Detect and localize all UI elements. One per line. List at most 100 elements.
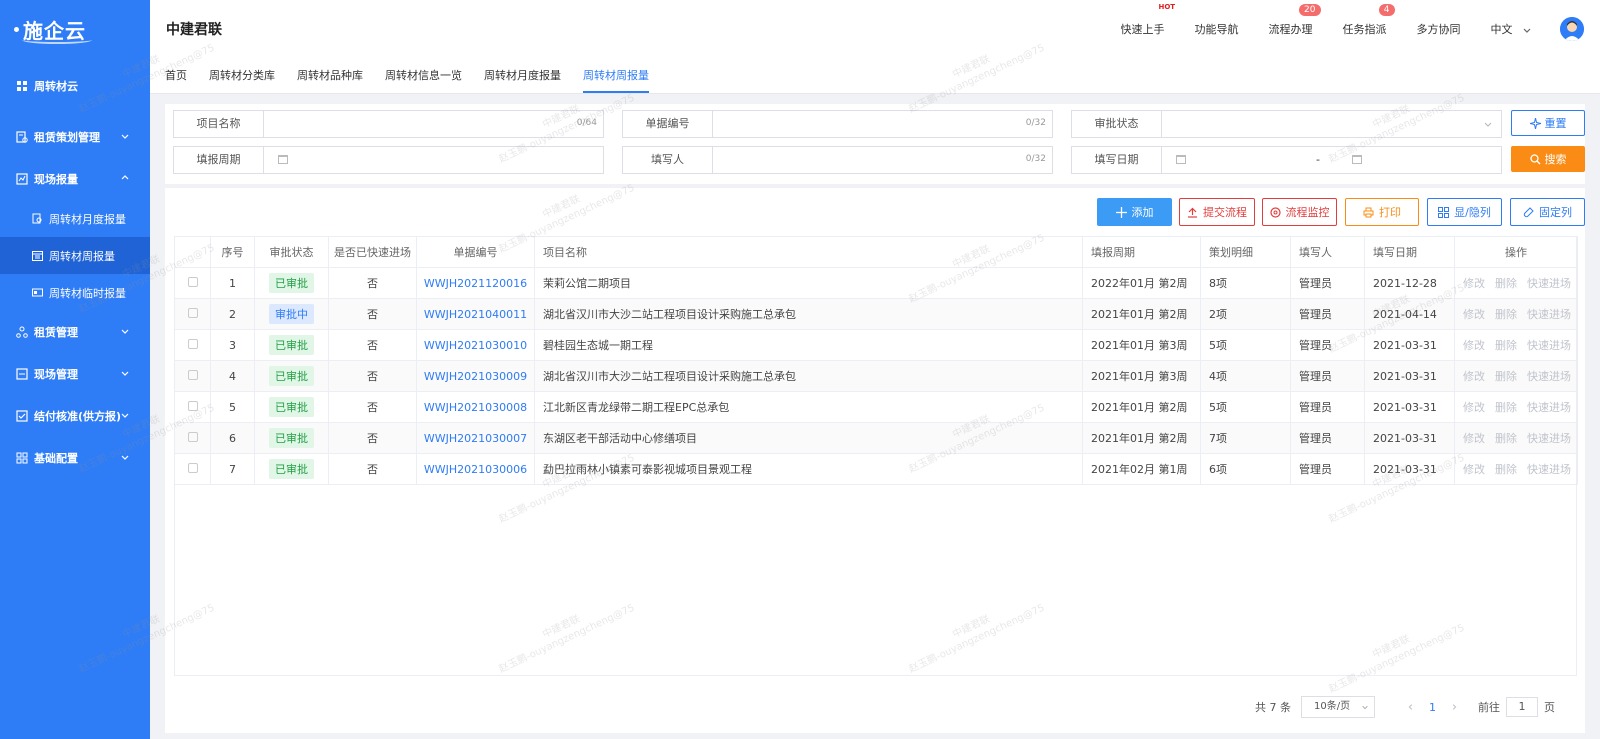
header-link-label: 任务指派	[1342, 23, 1387, 36]
table-row[interactable]: 6 已审批否 WWJH2021030007 东湖区老干部活动中心修缮项目 2021年01…	[174, 422, 1578, 454]
sidebar-item-monthly-report[interactable]: 周转材月度报量	[0, 200, 150, 237]
goto-page-input[interactable]: 1	[1506, 697, 1538, 717]
filler-input[interactable]: 0/32	[713, 147, 1052, 173]
fast-entry-button[interactable]: 快速进场	[1527, 401, 1571, 414]
doc-no-link[interactable]: WWJH2021030008	[424, 401, 527, 414]
edit-button[interactable]: 修改	[1463, 432, 1485, 445]
row-checkbox[interactable]	[187, 276, 198, 287]
delete-button[interactable]: 删除	[1495, 339, 1517, 352]
period-picker[interactable]	[264, 147, 603, 173]
fast-entry-button[interactable]: 快速进场	[1527, 308, 1571, 321]
table-row[interactable]: 2 审批中否 WWJH2021040011 湖北省汉川市大沙二站工程项目设计采购施工总…	[174, 298, 1578, 330]
tab-category-lib[interactable]: 周转材分类库	[209, 58, 275, 93]
function-nav-link[interactable]: 功能导航	[1195, 21, 1239, 37]
row-checkbox[interactable]	[187, 369, 198, 380]
search-button[interactable]: 搜索	[1511, 146, 1585, 172]
delete-button[interactable]: 删除	[1495, 432, 1517, 445]
edit-button[interactable]: 修改	[1463, 370, 1485, 383]
chevron-left-icon	[1408, 703, 1413, 710]
language-select[interactable]: 中文	[1491, 21, 1533, 37]
prev-page-button[interactable]	[1407, 701, 1415, 714]
edit-button[interactable]: 修改	[1463, 277, 1485, 290]
process-link[interactable]: 20 流程办理	[1269, 4, 1321, 37]
sidebar-item-turnover-cloud[interactable]: 周转材云	[0, 76, 150, 96]
delete-button[interactable]: 删除	[1495, 401, 1517, 414]
doc-no-input[interactable]: 0/32	[713, 111, 1052, 137]
next-page-button[interactable]	[1450, 701, 1458, 714]
doc-no-link[interactable]: WWJH2021030009	[424, 370, 527, 383]
row-date: 2021-03-31	[1364, 453, 1455, 485]
fast-entry-button[interactable]: 快速进场	[1527, 370, 1571, 383]
project-name-input[interactable]: 0/64	[264, 111, 603, 137]
sidebar-item-site-report[interactable]: 现场报量	[0, 158, 150, 200]
tab-weekly-report[interactable]: 周转材周报量	[583, 58, 649, 93]
reset-button[interactable]: 重置	[1511, 110, 1585, 136]
add-button[interactable]: 添加	[1097, 198, 1172, 226]
table-row[interactable]: 5 已审批否 WWJH2021030008 江北新区青龙绿带二期工程EPC总承包 202…	[174, 391, 1578, 423]
sidebar-item-weekly-report[interactable]: 周转材周报量	[0, 237, 150, 274]
sidebar-item-settlement[interactable]: 结付核准(供方报)	[0, 395, 150, 437]
page-number[interactable]: 1	[1429, 701, 1436, 714]
doc-no-link[interactable]: WWJH2021030010	[424, 339, 527, 352]
collaboration-link[interactable]: 多方协同	[1417, 21, 1461, 37]
sidebar-item-temp-report[interactable]: 周转材临时报量	[0, 274, 150, 311]
row-select-cell	[174, 329, 211, 361]
logo[interactable]: 施企云	[0, 0, 150, 58]
row-checkbox[interactable]	[187, 400, 198, 411]
doc-no-link[interactable]: WWJH2021120016	[424, 277, 527, 290]
row-filler: 管理员	[1290, 360, 1365, 392]
tab-monthly-report[interactable]: 周转材月度报量	[484, 58, 561, 93]
tab-variety-lib[interactable]: 周转材品种库	[297, 58, 363, 93]
table-row[interactable]: 3 已审批否 WWJH2021030010 碧桂园生态城一期工程 2021年01月 第3…	[174, 329, 1578, 361]
fix-columns-button[interactable]: 固定列	[1510, 198, 1585, 226]
doc-search-icon	[32, 213, 43, 224]
row-project: 东湖区老干部活动中心修缮项目	[534, 422, 1083, 454]
edit-button[interactable]: 修改	[1463, 401, 1485, 414]
delete-button[interactable]: 删除	[1495, 308, 1517, 321]
quick-start-link[interactable]: HOT 快速上手	[1121, 3, 1176, 37]
logo-swoosh	[22, 36, 92, 44]
task-assign-link[interactable]: 4 任务指派	[1342, 4, 1395, 37]
avatar[interactable]	[1560, 17, 1584, 41]
approval-status-select[interactable]	[1162, 111, 1501, 137]
row-checkbox[interactable]	[187, 462, 198, 473]
row-detail: 5项	[1200, 391, 1291, 423]
table-row[interactable]: 4 已审批否 WWJH2021030009 湖北省汉川市大沙二站工程项目设计采购施工总…	[174, 360, 1578, 392]
fast-entry-button[interactable]: 快速进场	[1527, 277, 1571, 290]
table-row[interactable]: 1 已审批否 WWJH2021120016 茉莉公馆二期项目 2022年01月 第2周 8…	[174, 267, 1578, 299]
sidebar-item-site-manage[interactable]: 现场管理	[0, 353, 150, 395]
tab-home[interactable]: 首页	[165, 58, 187, 93]
grid-icon	[16, 80, 28, 92]
row-checkbox[interactable]	[187, 307, 198, 318]
row-project: 江北新区青龙绿带二期工程EPC总承包	[534, 391, 1083, 423]
delete-button[interactable]: 删除	[1495, 277, 1517, 290]
plus-icon	[1115, 206, 1127, 218]
page-size-select[interactable]: 10条/页	[1301, 696, 1375, 718]
delete-button[interactable]: 删除	[1495, 463, 1517, 476]
row-no: 4	[210, 360, 255, 392]
sidebar-item-lease-plan[interactable]: 租赁策划管理	[0, 116, 150, 158]
toggle-columns-button[interactable]: 显/隐列	[1427, 198, 1502, 226]
fast-entry-button[interactable]: 快速进场	[1527, 339, 1571, 352]
edit-button[interactable]: 修改	[1463, 463, 1485, 476]
fast-entry-button[interactable]: 快速进场	[1527, 463, 1571, 476]
sidebar-item-base-config[interactable]: 基础配置	[0, 437, 150, 479]
process-monitor-button[interactable]: 流程监控	[1262, 198, 1337, 226]
fill-date-range[interactable]: -	[1162, 147, 1501, 173]
row-checkbox[interactable]	[187, 431, 198, 442]
print-button[interactable]: 打印	[1345, 198, 1419, 226]
edit-button[interactable]: 修改	[1463, 308, 1485, 321]
table-row[interactable]: 7 已审批否 WWJH2021030006 勐巴拉雨林小镇素可泰影视城项目景观工程 20…	[174, 453, 1578, 485]
tab-info-list[interactable]: 周转材信息一览	[385, 58, 462, 93]
submit-process-button[interactable]: 提交流程	[1179, 198, 1255, 226]
doc-no-link[interactable]: WWJH2021040011	[424, 308, 527, 321]
row-checkbox[interactable]	[187, 338, 198, 349]
doc-no-link[interactable]: WWJH2021030006	[424, 463, 527, 476]
edit-button[interactable]: 修改	[1463, 339, 1485, 352]
card-icon	[32, 287, 43, 298]
row-date: 2021-03-31	[1364, 329, 1455, 361]
fast-entry-button[interactable]: 快速进场	[1527, 432, 1571, 445]
sidebar-item-lease-manage[interactable]: 租赁管理	[0, 311, 150, 353]
doc-no-link[interactable]: WWJH2021030007	[424, 432, 527, 445]
delete-button[interactable]: 删除	[1495, 370, 1517, 383]
